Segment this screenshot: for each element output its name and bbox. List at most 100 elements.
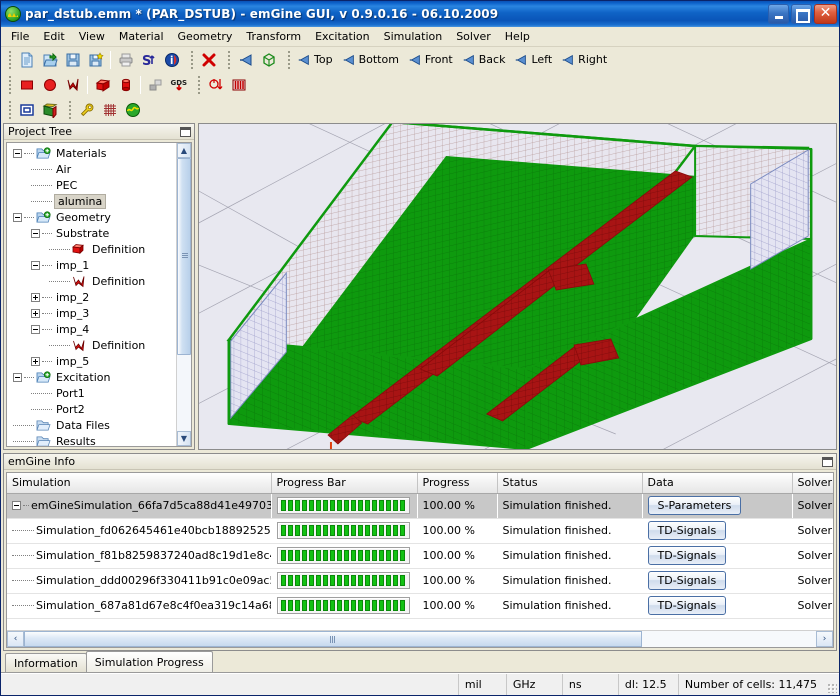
menu-view[interactable]: View [72,28,112,45]
td-signals-button[interactable]: TD-Signals [647,596,727,615]
scroll-down-icon[interactable]: ▼ [177,431,191,446]
td-signals-button[interactable]: TD-Signals [647,521,727,540]
vscroll-track[interactable] [177,158,191,431]
column-header-status[interactable]: Status [497,473,643,494]
menu-help[interactable]: Help [498,28,537,45]
tree-node[interactable]: imp_3 [7,305,176,321]
table-row[interactable]: Simulation_fd062645461e40bcb1889252539 10… [7,518,833,544]
box-icon[interactable] [91,74,114,96]
tree-node[interactable]: imp_2 [7,289,176,305]
circle-icon[interactable] [38,74,61,96]
column-header-simulation[interactable]: Simulation [7,473,272,494]
column-header-progress[interactable]: Progress [417,473,498,494]
toolbar-grip[interactable] [7,50,13,69]
toolbar-grip[interactable] [226,50,232,69]
menu-solver[interactable]: Solver [449,28,498,45]
project-tree-list[interactable]: Materials Air PEC alumina Geometry Substrate D… [7,143,176,446]
tree-collapse-icon[interactable] [13,372,22,382]
cylinder-icon[interactable] [114,74,137,96]
menu-simulation[interactable]: Simulation [377,28,450,45]
tree-node[interactable]: Excitation [7,369,176,385]
menu-edit[interactable]: Edit [36,28,71,45]
view-2d-icon[interactable] [15,99,38,121]
waveguide-icon[interactable] [227,74,250,96]
table-row[interactable]: Simulation_f81b8259837240ad8c19d1e8c40 10… [7,543,833,569]
tree-node[interactable]: PEC [7,177,176,193]
save-icon[interactable] [61,49,84,71]
menu-material[interactable]: Material [112,28,171,45]
print-icon[interactable] [114,49,137,71]
hscroll-thumb[interactable] [24,631,642,647]
menu-transform[interactable]: Transform [239,28,308,45]
toolbar-grip[interactable] [67,100,73,119]
dock-collapse-icon[interactable] [180,126,191,137]
column-header-solver[interactable]: Solver [792,473,833,494]
hscroll-track[interactable] [24,631,816,647]
3d-model-viewport[interactable] [198,123,837,450]
new-document-icon[interactable] [15,49,38,71]
run-simulation-icon[interactable] [121,99,144,121]
close-button[interactable]: ✕ [814,4,837,24]
tree-node[interactable]: Port2 [7,401,176,417]
delete-icon[interactable] [197,49,220,71]
view-perspective-icon[interactable] [234,49,257,71]
port-icon[interactable] [204,74,227,96]
toolbar-grip[interactable] [196,75,202,94]
tree-node[interactable]: Definition [7,337,176,353]
structure-icon[interactable]: S [137,49,160,71]
table-row[interactable]: Simulation_687a81d67e8c4f0ea319c14a688 10… [7,593,833,619]
column-header-data[interactable]: Data [642,473,793,494]
boolean-icon[interactable] [144,74,167,96]
tree-node[interactable]: Data Files [7,417,176,433]
tree-collapse-icon[interactable] [31,260,40,270]
toolbar-grip[interactable] [7,75,13,94]
td-signals-button[interactable]: TD-Signals [647,546,727,565]
toolbar-grip[interactable] [7,100,13,119]
open-folder-icon[interactable] [38,49,61,71]
view-3d-color-icon[interactable] [38,99,61,121]
scroll-left-icon[interactable]: ‹ [7,631,24,647]
table-row[interactable]: emGineSimulation_66fa7d5ca88d41e4970375d… [7,493,833,519]
polygon-icon[interactable] [61,74,84,96]
vscroll-thumb[interactable] [177,158,191,355]
view-top-button[interactable]: Top [294,49,339,71]
view-back-button[interactable]: Back [459,49,512,71]
view-front-button[interactable]: Front [405,49,459,71]
save-as-icon[interactable] [84,49,107,71]
info-icon[interactable] [160,49,183,71]
menu-geometry[interactable]: Geometry [171,28,240,45]
tree-node[interactable]: alumina [7,193,176,209]
tree-node[interactable]: Definition [7,273,176,289]
resize-grip-icon[interactable] [823,674,839,695]
tree-collapse-icon[interactable] [31,324,40,334]
td-signals-button[interactable]: TD-Signals [647,571,727,590]
row-collapse-icon[interactable] [12,501,21,510]
tree-node[interactable]: Air [7,161,176,177]
tree-node[interactable]: Port1 [7,385,176,401]
column-header-progress-bar[interactable]: Progress Bar [271,473,418,494]
view-box-icon[interactable] [257,49,280,71]
gds-import-icon[interactable]: GDS [167,74,190,96]
settings-wrench-icon[interactable] [75,99,98,121]
scroll-right-icon[interactable]: › [816,631,833,647]
tree-expand-icon[interactable] [31,292,40,302]
tree-node[interactable]: imp_1 [7,257,176,273]
toolbar-grip[interactable] [286,50,292,69]
tab-information[interactable]: Information [5,653,87,672]
tree-node[interactable]: imp_4 [7,321,176,337]
tree-expand-icon[interactable] [31,356,40,366]
tree-node[interactable]: imp_5 [7,353,176,369]
mesh-grid-icon[interactable] [98,99,121,121]
s-parameters-button[interactable]: S-Parameters [647,496,742,515]
view-bottom-button[interactable]: Bottom [339,49,405,71]
table-row[interactable]: Simulation_ddd00296f330411b91c0e09ac5b 10… [7,568,833,594]
toolbar-grip[interactable] [189,50,195,69]
project-tree-vscrollbar[interactable]: ▲ ▼ [176,143,191,446]
scroll-up-icon[interactable]: ▲ [177,143,191,158]
tree-collapse-icon[interactable] [13,212,22,222]
tree-node[interactable]: Materials [7,145,176,161]
tab-simulation-progress[interactable]: Simulation Progress [85,651,213,672]
tree-node[interactable]: Geometry [7,209,176,225]
menu-file[interactable]: File [4,28,36,45]
tree-node[interactable]: Definition [7,241,176,257]
